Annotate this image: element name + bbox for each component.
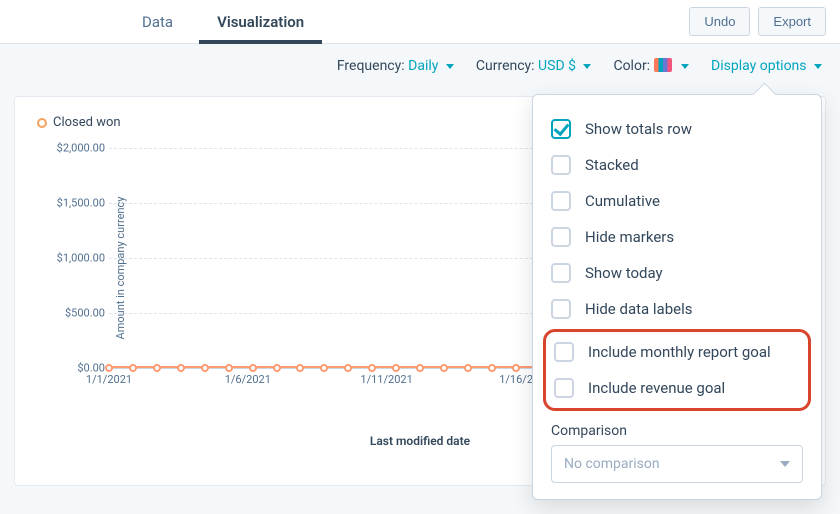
goal-options-highlight: Include monthly report goal Include reven… bbox=[543, 329, 811, 411]
display-option-label: Include revenue goal bbox=[588, 379, 725, 397]
checkbox-stacked[interactable] bbox=[551, 155, 571, 175]
display-option-include_revenue_goal[interactable]: Include revenue goal bbox=[548, 370, 806, 406]
legend-marker-icon bbox=[37, 118, 47, 128]
comparison-label: Comparison bbox=[551, 423, 803, 439]
data-marker bbox=[488, 364, 496, 372]
tab-data[interactable]: Data bbox=[120, 0, 195, 43]
y-tick-label: $500.00 bbox=[51, 307, 105, 320]
chevron-down-icon bbox=[583, 64, 591, 69]
data-marker bbox=[512, 364, 520, 372]
comparison-placeholder: No comparison bbox=[564, 456, 660, 472]
data-marker bbox=[464, 364, 472, 372]
data-marker bbox=[177, 364, 185, 372]
display-option-hide_markers[interactable]: Hide markers bbox=[545, 219, 809, 255]
data-marker bbox=[296, 364, 304, 372]
display-options-filter[interactable]: Display options bbox=[711, 58, 822, 74]
frequency-label: Frequency: bbox=[337, 58, 405, 74]
y-tick-label: $1,500.00 bbox=[51, 197, 105, 210]
checkbox-include_revenue_goal[interactable] bbox=[554, 378, 574, 398]
frequency-filter[interactable]: Frequency: Daily bbox=[337, 58, 454, 74]
checkbox-hide_data_labels[interactable] bbox=[551, 299, 571, 319]
checkbox-cumulative[interactable] bbox=[551, 191, 571, 211]
data-marker bbox=[225, 364, 233, 372]
data-marker bbox=[273, 364, 281, 372]
data-marker bbox=[105, 364, 113, 372]
display-options-popover: Show totals row Stacked Cumulative Hide mar… bbox=[532, 94, 822, 500]
data-marker bbox=[320, 364, 328, 372]
display-option-label: Show totals row bbox=[585, 120, 692, 138]
data-marker bbox=[416, 364, 424, 372]
display-options-label: Display options bbox=[711, 58, 806, 74]
tabs: Data Visualization bbox=[120, 0, 326, 43]
y-tick-label: $2,000.00 bbox=[51, 142, 105, 155]
legend-item-label: Closed won bbox=[53, 115, 121, 130]
data-marker bbox=[368, 364, 376, 372]
top-bar: Data Visualization Undo Export bbox=[0, 0, 840, 44]
checkbox-hide_markers[interactable] bbox=[551, 227, 571, 247]
data-marker bbox=[392, 364, 400, 372]
x-tick-label: 1/6/2021 bbox=[208, 373, 288, 386]
data-marker bbox=[249, 364, 257, 372]
display-option-label: Stacked bbox=[585, 156, 639, 174]
display-option-label: Hide data labels bbox=[585, 300, 692, 318]
display-option-label: Include monthly report goal bbox=[588, 343, 771, 361]
filter-row: Frequency: Daily Currency: USD $ Color: … bbox=[0, 44, 840, 88]
data-marker bbox=[129, 364, 137, 372]
currency-value: USD $ bbox=[538, 58, 576, 74]
data-marker bbox=[344, 364, 352, 372]
chevron-down-icon bbox=[814, 64, 822, 69]
display-option-show_totals_row[interactable]: Show totals row bbox=[545, 111, 809, 147]
x-tick-label: 1/1/2021 bbox=[69, 373, 149, 386]
checkbox-show_today[interactable] bbox=[551, 263, 571, 283]
display-option-hide_data_labels[interactable]: Hide data labels bbox=[545, 291, 809, 327]
data-marker bbox=[440, 364, 448, 372]
y-tick-label: $1,000.00 bbox=[51, 252, 105, 265]
chevron-down-icon bbox=[446, 64, 454, 69]
display-option-include_monthly_goal[interactable]: Include monthly report goal bbox=[548, 334, 806, 370]
chevron-down-icon bbox=[780, 461, 790, 467]
currency-label: Currency: bbox=[476, 58, 535, 74]
color-label: Color: bbox=[613, 58, 650, 74]
color-filter[interactable]: Color: bbox=[613, 58, 689, 74]
tab-visualization[interactable]: Visualization bbox=[195, 0, 326, 43]
checkbox-include_monthly_goal[interactable] bbox=[554, 342, 574, 362]
undo-button[interactable]: Undo bbox=[689, 7, 750, 36]
display-option-show_today[interactable]: Show today bbox=[545, 255, 809, 291]
display-option-stacked[interactable]: Stacked bbox=[545, 147, 809, 183]
x-tick-label: 1/11/2021 bbox=[347, 373, 427, 386]
frequency-value: Daily bbox=[408, 58, 438, 74]
data-marker bbox=[153, 364, 161, 372]
data-marker bbox=[201, 364, 209, 372]
color-swatch-icon bbox=[654, 58, 672, 72]
checkbox-show_totals_row[interactable] bbox=[551, 119, 571, 139]
display-option-cumulative[interactable]: Cumulative bbox=[545, 183, 809, 219]
display-option-label: Show today bbox=[585, 264, 663, 282]
export-button[interactable]: Export bbox=[758, 7, 826, 36]
display-option-label: Cumulative bbox=[585, 192, 660, 210]
currency-filter[interactable]: Currency: USD $ bbox=[476, 58, 592, 74]
display-option-label: Hide markers bbox=[585, 228, 674, 246]
comparison-select[interactable]: No comparison bbox=[551, 445, 803, 483]
chevron-down-icon bbox=[681, 64, 689, 69]
